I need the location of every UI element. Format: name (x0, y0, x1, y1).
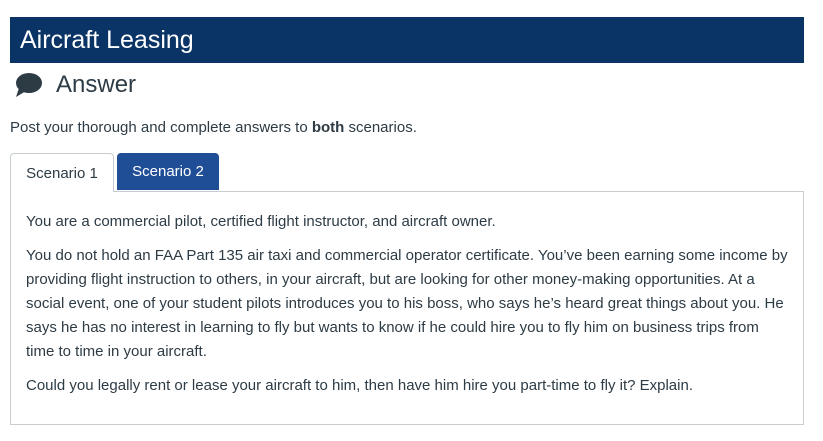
scenario-question: Could you legally rent or lease your air… (26, 377, 693, 394)
title-banner: Aircraft Leasing (10, 17, 804, 63)
answer-header: Answer (14, 70, 136, 100)
tab-scenario-1-label: Scenario 1 (26, 164, 98, 182)
tab-scenario-1[interactable]: Scenario 1 (10, 153, 114, 192)
page: Aircraft Leasing Answer Post your thorou… (0, 0, 823, 441)
scenario-paragraph: You are a commercial pilot, certified fl… (26, 213, 496, 230)
tab-scenario-2[interactable]: Scenario 2 (117, 153, 219, 190)
scenario-paragraph: You do not hold an FAA Part 135 air taxi… (26, 247, 788, 360)
tab-scenario-2-label: Scenario 2 (132, 163, 204, 180)
instructions-emphasis: both (311, 119, 345, 136)
instructions-after: scenarios. (344, 119, 417, 136)
scenario-1-panel: You are a commercial pilot, certified fl… (10, 191, 804, 425)
instructions-before: Post your thorough and complete answers … (10, 119, 312, 136)
page-title: Aircraft Leasing (20, 25, 194, 54)
speech-bubble-icon (14, 72, 44, 98)
answer-heading: Answer (56, 71, 137, 98)
instructions-text: Post your thorough and complete answers … (10, 119, 417, 136)
